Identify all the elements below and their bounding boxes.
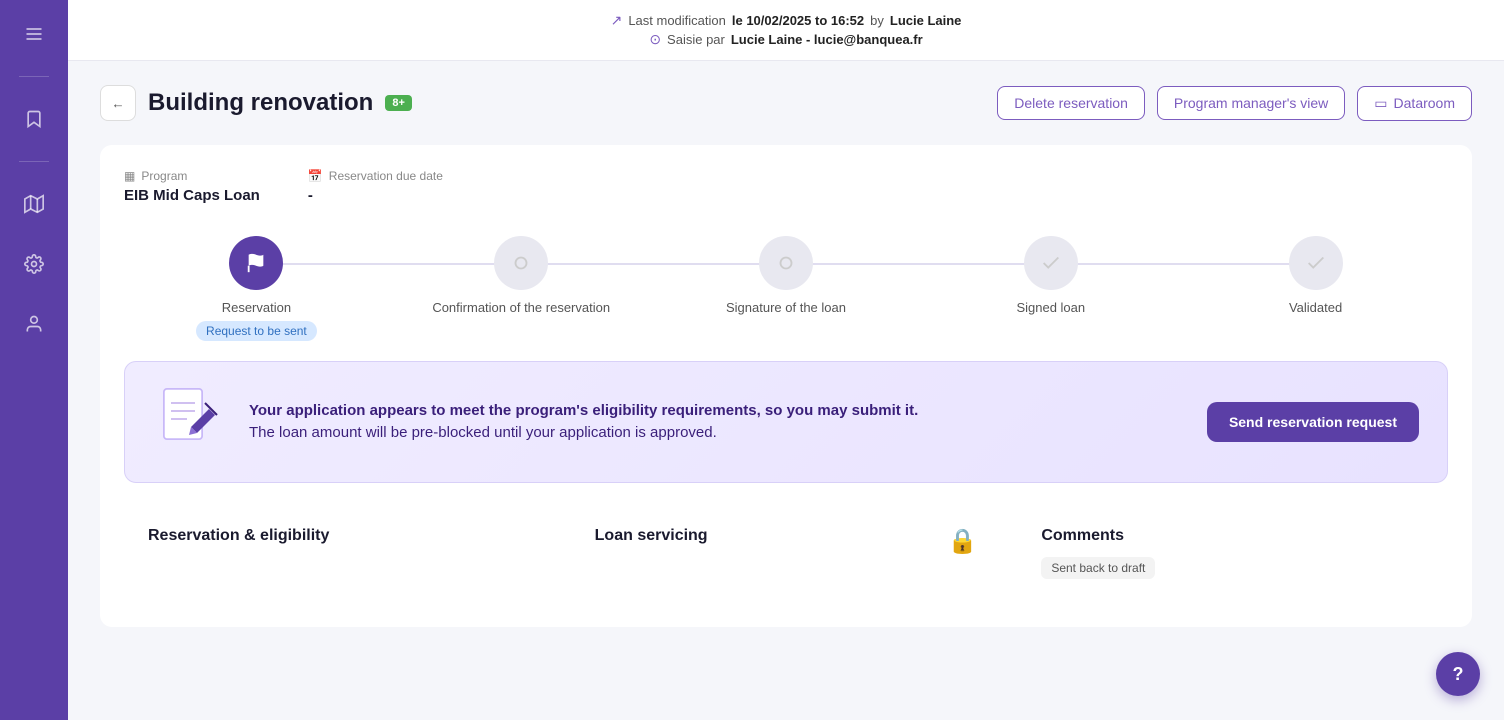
step-label-confirmation: Confirmation of the reservation — [432, 300, 610, 315]
sidebar-item-settings[interactable] — [16, 246, 52, 282]
step-circle-validated — [1289, 236, 1343, 290]
alert-text-bold: Your application appears to meet the pro… — [249, 402, 918, 419]
saisie-author: Lucie Laine - lucie@banquea.fr — [731, 32, 923, 47]
calendar-icon: 📅 — [308, 169, 323, 183]
program-label: ▦ Program — [124, 169, 260, 183]
sidebar-item-user[interactable] — [16, 306, 52, 342]
sidebar — [0, 0, 68, 720]
page-body: ← Building renovation 8+ Delete reservat… — [68, 61, 1504, 720]
sent-back-badge: Sent back to draft — [1041, 557, 1155, 579]
sidebar-divider-2 — [19, 161, 49, 162]
sidebar-item-bookmark[interactable] — [16, 101, 52, 137]
dataroom-button[interactable]: ▭ Dataroom — [1357, 86, 1472, 121]
step-circle-signature — [759, 236, 813, 290]
step-sub-reservation: Request to be sent — [196, 321, 317, 341]
step-validated: Validated — [1183, 236, 1448, 315]
dataroom-icon: ▭ — [1374, 95, 1387, 112]
reservation-eligibility-card: Reservation & eligibility — [124, 503, 555, 603]
comments-title: Comments — [1041, 527, 1424, 545]
dataroom-label: Dataroom — [1394, 95, 1455, 111]
lock-icon: 🔒 — [947, 527, 977, 556]
modification-date: le 10/02/2025 to 16:52 — [732, 13, 864, 28]
step-circle-confirmation — [494, 236, 548, 290]
step-circle-signed — [1024, 236, 1078, 290]
alert-text: Your application appears to meet the pro… — [249, 400, 1183, 445]
alert-text-normal: The loan amount will be pre-blocked unti… — [249, 424, 717, 441]
saisie-info: ⊙ Saisie par Lucie Laine - lucie@banquea… — [649, 31, 922, 48]
clock-icon: ⊙ — [649, 31, 661, 48]
send-reservation-label: Send reservation request — [1229, 414, 1397, 430]
step-label-reservation: Reservation — [222, 300, 291, 315]
step-label-signature: Signature of the loan — [726, 300, 846, 315]
step-signed-loan: Signed loan — [918, 236, 1183, 315]
alert-banner: Your application appears to meet the pro… — [124, 361, 1448, 483]
delete-reservation-button[interactable]: Delete reservation — [997, 86, 1145, 120]
due-date-field: 📅 Reservation due date - — [308, 169, 443, 204]
sidebar-item-menu[interactable] — [16, 16, 52, 52]
step-label-signed: Signed loan — [1016, 300, 1085, 315]
program-icon: ▦ — [124, 169, 135, 183]
info-card: ▦ Program EIB Mid Caps Loan 📅 Reservatio… — [100, 145, 1472, 627]
program-manager-label: Program manager's view — [1174, 95, 1328, 111]
help-button[interactable]: ? — [1436, 652, 1480, 696]
modification-author: Lucie Laine — [890, 13, 962, 28]
sidebar-item-map[interactable] — [16, 186, 52, 222]
alert-icon-area — [153, 386, 225, 458]
info-fields: ▦ Program EIB Mid Caps Loan 📅 Reservatio… — [124, 169, 1448, 204]
reservation-eligibility-title: Reservation & eligibility — [148, 527, 531, 545]
bottom-cards: Reservation & eligibility Loan servicing… — [124, 503, 1448, 603]
delete-label: Delete reservation — [1014, 95, 1128, 111]
modification-info: ↗ Last modification le 10/02/2025 to 16:… — [611, 12, 962, 29]
program-field: ▦ Program EIB Mid Caps Loan — [124, 169, 260, 204]
step-label-validated: Validated — [1289, 300, 1342, 315]
step-circle-reservation — [229, 236, 283, 290]
program-value: EIB Mid Caps Loan — [124, 187, 260, 204]
due-date-value: - — [308, 187, 443, 204]
step-signature: Signature of the loan — [654, 236, 919, 315]
due-date-label: 📅 Reservation due date — [308, 169, 443, 183]
modification-by: by — [870, 13, 884, 28]
back-arrow-icon: ← — [111, 96, 124, 111]
back-button[interactable]: ← — [100, 85, 136, 121]
page-header: ← Building renovation 8+ Delete reservat… — [100, 85, 1472, 121]
document-icon — [159, 387, 219, 457]
program-manager-view-button[interactable]: Program manager's view — [1157, 86, 1345, 120]
main-content: ↗ Last modification le 10/02/2025 to 16:… — [68, 0, 1504, 720]
sidebar-divider-1 — [19, 76, 49, 77]
page-title: Building renovation — [148, 89, 373, 117]
trend-icon: ↗ — [611, 12, 623, 29]
count-badge: 8+ — [385, 95, 412, 111]
loan-servicing-card: Loan servicing 🔒 — [571, 503, 1002, 603]
step-reservation: Reservation Request to be sent — [124, 236, 389, 341]
send-reservation-request-button[interactable]: Send reservation request — [1207, 402, 1419, 442]
title-group: ← Building renovation 8+ — [100, 85, 412, 121]
help-icon: ? — [1453, 664, 1464, 685]
top-bar: ↗ Last modification le 10/02/2025 to 16:… — [68, 0, 1504, 61]
step-confirmation: Confirmation of the reservation — [389, 236, 654, 315]
progress-stepper: Reservation Request to be sent Confirmat… — [124, 236, 1448, 341]
comments-card: Comments Sent back to draft — [1017, 503, 1448, 603]
modification-prefix: Last modification — [628, 13, 726, 28]
loan-servicing-title: Loan servicing — [595, 527, 708, 545]
saisie-prefix: Saisie par — [667, 32, 725, 47]
header-actions: Delete reservation Program manager's vie… — [997, 86, 1472, 121]
